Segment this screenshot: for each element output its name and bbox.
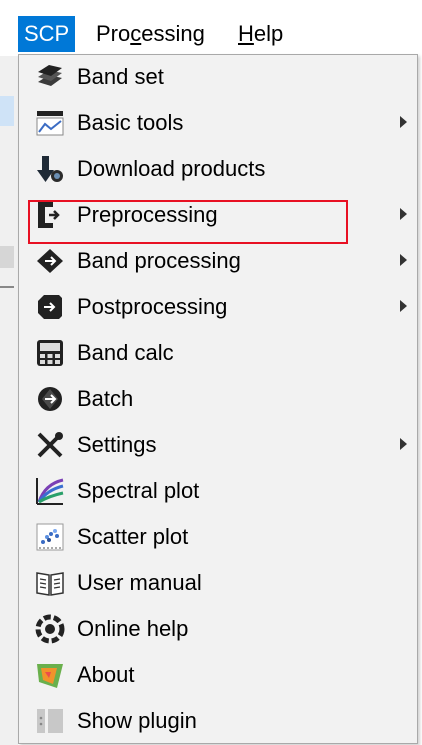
background-fragment	[0, 286, 14, 288]
submenu-arrow-icon	[400, 116, 407, 128]
menu-item-label: User manual	[77, 570, 202, 595]
menu-item-about[interactable]: About	[21, 653, 415, 697]
spectral-plot-icon	[35, 476, 65, 506]
menu-item-label: Band processing	[77, 248, 241, 273]
menu-item-show-plugin[interactable]: Show plugin	[21, 699, 415, 743]
menu-help-label-mnemonic: H	[238, 21, 254, 46]
highlight-box	[28, 200, 348, 244]
show-plugin-icon	[35, 706, 65, 736]
menu-item-label: Basic tools	[77, 110, 184, 135]
user-manual-icon	[35, 568, 65, 598]
menu-item-basic-tools[interactable]: Basic tools	[21, 101, 415, 145]
submenu-arrow-icon	[400, 254, 407, 266]
menu-item-label: Download products	[77, 156, 266, 181]
online-help-icon	[35, 614, 65, 644]
menu-item-label: Batch	[77, 386, 134, 411]
band-set-icon	[35, 62, 65, 92]
submenu-arrow-icon	[400, 208, 407, 220]
submenu-arrow-icon	[400, 300, 407, 312]
menu-scp[interactable]: SCP	[18, 16, 76, 52]
background-window-edge	[0, 56, 18, 745]
download-icon	[35, 154, 65, 184]
menu-item-label: Online help	[77, 616, 189, 641]
menu-item-band-set[interactable]: Band set	[21, 55, 415, 99]
settings-icon	[35, 430, 65, 460]
about-icon	[35, 660, 65, 690]
batch-icon	[35, 384, 65, 414]
menu-item-online-help[interactable]: Online help	[21, 607, 415, 651]
scp-dropdown-menu: Band set Basic tools Download products P…	[18, 54, 418, 744]
menu-item-label: Postprocessing	[77, 294, 228, 319]
menu-help-label-post: elp	[253, 21, 284, 46]
menu-item-user-manual[interactable]: User manual	[21, 561, 415, 605]
menu-item-label: Band calc	[77, 340, 174, 365]
menu-item-label: Show plugin	[77, 708, 197, 733]
band-calc-icon	[35, 338, 65, 368]
menu-item-label: Settings	[77, 432, 157, 457]
menu-processing[interactable]: Processing	[90, 16, 211, 52]
menu-item-postprocessing[interactable]: Postprocessing	[21, 285, 415, 329]
band-processing-icon	[35, 246, 65, 276]
menu-item-label: Spectral plot	[77, 478, 200, 503]
menu-processing-label-post: essing	[141, 21, 205, 46]
scatter-plot-icon	[35, 522, 65, 552]
menu-scp-label: SCP	[24, 21, 70, 46]
postprocessing-icon	[35, 292, 65, 322]
menu-item-label: Scatter plot	[77, 524, 189, 549]
submenu-arrow-icon	[400, 438, 407, 450]
menu-item-settings[interactable]: Settings	[21, 423, 415, 467]
menu-item-label: About	[77, 662, 135, 687]
menu-processing-label-pre: Pro	[96, 21, 131, 46]
menu-item-band-processing[interactable]: Band processing	[21, 239, 415, 283]
menu-processing-label-mnemonic: c	[130, 21, 142, 46]
menubar: SCP Processing Help	[0, 0, 422, 56]
menu-item-batch[interactable]: Batch	[21, 377, 415, 421]
background-fragment	[0, 96, 14, 126]
menu-help[interactable]: Help	[232, 16, 289, 52]
background-fragment	[0, 246, 14, 268]
menu-item-scatter-plot[interactable]: Scatter plot	[21, 515, 415, 559]
basic-tools-icon	[35, 108, 65, 138]
menu-item-spectral-plot[interactable]: Spectral plot	[21, 469, 415, 513]
menu-item-band-calc[interactable]: Band calc	[21, 331, 415, 375]
menu-item-download-products[interactable]: Download products	[21, 147, 415, 191]
menu-item-label: Band set	[77, 64, 164, 89]
